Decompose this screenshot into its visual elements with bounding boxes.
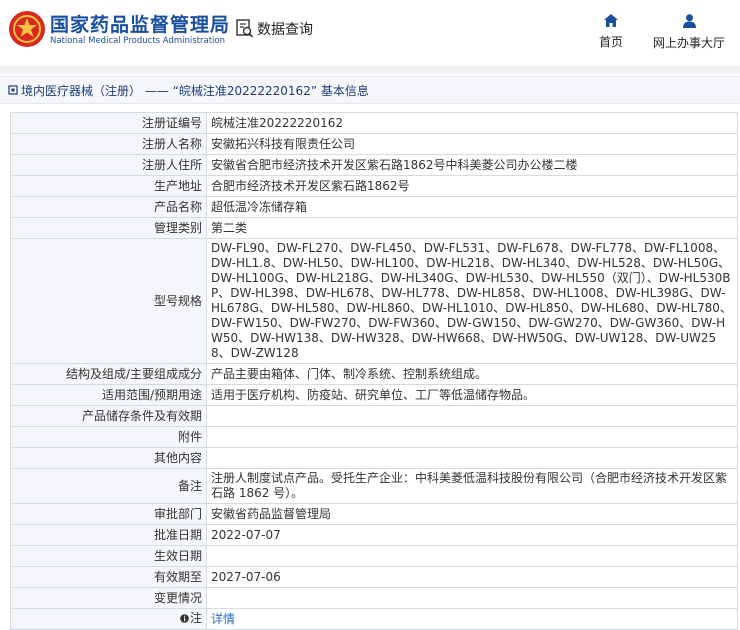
details-link[interactable]: 详情 xyxy=(211,612,235,626)
table-row: 批准日期 2022-07-07 xyxy=(10,524,738,546)
field-label: 注册人住所 xyxy=(10,154,207,176)
field-label: 产品名称 xyxy=(10,196,207,218)
field-label: 型号规格 xyxy=(10,238,207,364)
table-row: 其他内容 xyxy=(10,447,738,469)
table-row: 注册人住所 安徽省合肥市经济技术开发区紫石路1862号中科美菱公司办公楼二楼 xyxy=(10,154,738,176)
field-label: 产品储存条件及有效期 xyxy=(10,405,207,427)
nmpa-emblem-icon xyxy=(9,11,45,47)
field-label: 变更情况 xyxy=(10,587,207,609)
nav-online-office-label: 网上办事大厅 xyxy=(652,36,725,50)
nav-home[interactable]: 首页 xyxy=(581,14,641,50)
field-value xyxy=(206,447,738,469)
page-title-bar: 境内医疗器械（注册） —— “皖械注准20222220162” 基本信息 xyxy=(0,76,740,104)
table-row: 变更情况 xyxy=(10,587,738,609)
table-row: 注册证编号 皖械注准20222220162 xyxy=(10,112,738,134)
field-label: 审批部门 xyxy=(10,503,207,525)
field-value: 皖械注准20222220162 xyxy=(206,112,738,134)
field-value: 合肥市经济技术开发区紫石路1862号 xyxy=(206,175,738,197)
note-value-cell: 详情 xyxy=(206,608,738,630)
field-value xyxy=(206,405,738,427)
field-label: 有效期至 xyxy=(10,566,207,588)
field-value xyxy=(206,587,738,609)
table-row: 产品储存条件及有效期 xyxy=(10,405,738,427)
field-value: 安徽省药品监督管理局 xyxy=(206,503,738,525)
table-row: 附件 xyxy=(10,426,738,448)
field-value: 第二类 xyxy=(206,217,738,239)
header-divider xyxy=(0,66,740,74)
title-marker-icon xyxy=(8,85,18,95)
table-row: 审批部门 安徽省药品监督管理局 xyxy=(10,503,738,525)
field-value: 超低温冷冻储存箱 xyxy=(206,196,738,218)
field-value: 注册人制度试点产品。受托生产企业：中科美菱低温科技股份有限公司（合肥市经济技术开… xyxy=(206,468,738,504)
field-value: 2027-07-06 xyxy=(206,566,738,588)
site-header: 国家药品监督管理局 National Medical Products Admi… xyxy=(0,0,740,66)
field-label: 注册人名称 xyxy=(10,133,207,155)
field-label: 适用范围/预期用途 xyxy=(10,384,207,406)
field-value: 适用于医疗机构、防疫站、研究单位、工厂等低温储存物品。 xyxy=(206,384,738,406)
table-row: 有效期至 2027-07-06 xyxy=(10,566,738,588)
table-row: 备注 注册人制度试点产品。受托生产企业：中科美菱低温科技股份有限公司（合肥市经济… xyxy=(10,468,738,504)
note-label-cell: 注 xyxy=(10,608,207,630)
field-label: 管理类别 xyxy=(10,217,207,239)
field-value: 产品主要由箱体、门体、制冷系统、控制系统组成。 xyxy=(206,363,738,385)
table-row: 生产地址 合肥市经济技术开发区紫石路1862号 xyxy=(10,175,738,197)
field-label: 其他内容 xyxy=(10,447,207,469)
field-value xyxy=(206,426,738,448)
field-value: 安徽拓兴科技有限责任公司 xyxy=(206,133,738,155)
note-label: 注 xyxy=(189,611,202,625)
table-row: 管理类别 第二类 xyxy=(10,217,738,239)
table-row: 产品名称 超低温冷冻储存箱 xyxy=(10,196,738,218)
info-icon xyxy=(180,614,189,623)
field-label: 备注 xyxy=(10,468,207,504)
registration-detail-table: 注册证编号 皖械注准20222220162 注册人名称 安徽拓兴科技有限责任公司… xyxy=(10,112,738,630)
table-row: 适用范围/预期用途 适用于医疗机构、防疫站、研究单位、工厂等低温储存物品。 xyxy=(10,384,738,406)
table-row: 注册人名称 安徽拓兴科技有限责任公司 xyxy=(10,133,738,155)
brand-subtitle: National Medical Products Administration xyxy=(50,36,225,46)
table-row: 型号规格 DW-FL90、DW-FL270、DW-FL450、DW-FL531、… xyxy=(10,238,738,364)
field-label: 附件 xyxy=(10,426,207,448)
nav-home-label: 首页 xyxy=(598,35,623,49)
nav-online-office[interactable]: 网上办事大厅 xyxy=(646,14,732,51)
field-label: 结构及组成/主要组成成分 xyxy=(10,363,207,385)
home-icon xyxy=(604,14,618,27)
field-value xyxy=(206,545,738,567)
field-value: 2022-07-07 xyxy=(206,524,738,546)
field-value: 安徽省合肥市经济技术开发区紫石路1862号中科美菱公司办公楼二楼 xyxy=(206,154,738,176)
field-label: 批准日期 xyxy=(10,524,207,546)
data-query-link[interactable]: 数据查询 xyxy=(236,18,313,40)
data-query-label: 数据查询 xyxy=(257,22,313,38)
field-label: 注册证编号 xyxy=(10,112,207,134)
search-document-icon xyxy=(236,19,254,38)
table-row-note: 注 详情 xyxy=(10,608,738,630)
table-row: 生效日期 xyxy=(10,545,738,567)
table-row: 结构及组成/主要组成成分 产品主要由箱体、门体、制冷系统、控制系统组成。 xyxy=(10,363,738,385)
field-label: 生产地址 xyxy=(10,175,207,197)
field-value: DW-FL90、DW-FL270、DW-FL450、DW-FL531、DW-FL… xyxy=(206,238,738,364)
user-icon xyxy=(682,14,696,28)
brand-title[interactable]: 国家药品监督管理局 xyxy=(50,10,230,37)
field-label: 生效日期 xyxy=(10,545,207,567)
page-title: 境内医疗器械（注册） —— “皖械注准20222220162” 基本信息 xyxy=(21,83,369,98)
